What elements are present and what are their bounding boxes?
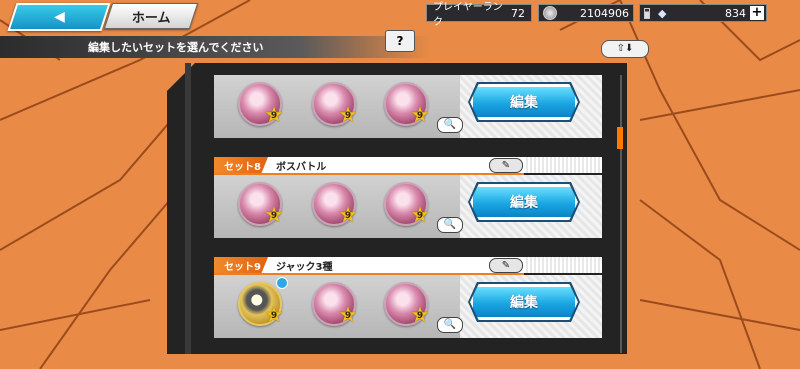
scrollbar-track[interactable] [620,75,622,353]
player-rank-display: プレイヤーランク 72 [426,2,532,28]
zoom-button[interactable]: 🔍 [437,217,463,233]
set-tag: セット9 [214,257,268,273]
set-tag: セット8 [214,157,268,173]
edit-button-label: 編集 [510,95,538,111]
magnifier-icon: 🔍 [443,219,457,230]
scrollbar-thumb[interactable] [617,127,623,149]
medal-level: 9 [270,111,278,121]
panel-frame [185,63,191,354]
add-gems-button[interactable]: + [750,6,764,20]
player-rank-label: プレイヤーランク [433,2,503,28]
rename-button[interactable]: ✎ [489,158,523,173]
medal-level: 9 [270,311,278,321]
medal-level: 9 [270,211,278,221]
set-name: ボスバトル [276,161,327,173]
zoom-button[interactable]: 🔍 [437,117,463,133]
medal-level: 9 [344,211,352,221]
help-button[interactable]: ? [385,30,415,52]
set-name: ジャック3種 [276,261,333,273]
set-header: セット9 ジャック3種 [214,257,524,275]
sort-button[interactable]: ⇧⬇ [601,40,649,58]
player-rank-value: 72 [511,6,525,20]
edit-button-label: 編集 [510,195,538,211]
coin-icon [543,6,557,20]
set-row[interactable]: セット8 ボスバトル ✎ ★ 9 ★ 9 ★ 9 🔍 編集 [214,157,602,243]
medal-level: 9 [416,311,424,321]
edit-button-label: 編集 [510,295,538,311]
zoom-button[interactable]: 🔍 [437,317,463,333]
set-header: セット8 ボスバトル [214,157,524,175]
magnifier-icon: 🔍 [443,119,457,130]
rename-button[interactable]: ✎ [489,258,523,273]
back-button[interactable]: ◀ [7,3,111,31]
pencil-icon: ✎ [501,160,511,171]
gem-value: 834 [725,6,746,20]
edit-button[interactable]: 編集 [470,284,578,320]
gem-counter: ◆ 834 + [639,4,767,22]
home-button-label: ホーム [131,10,171,26]
medal-level: 9 [416,111,424,121]
edit-button[interactable]: 編集 [470,184,578,220]
coin-counter: 2104906 [538,4,634,22]
gem-icon: ◆ [658,6,667,20]
stamina-icon [644,7,650,19]
home-button[interactable]: ホーム [103,3,199,29]
magnifier-icon: 🔍 [443,319,457,330]
pencil-icon: ✎ [501,260,511,271]
set-row[interactable]: セット9 ジャック3種 ✎ ★ 9 ★ 9 ★ 9 🔍 編集 [214,257,602,343]
medal-level: 9 [344,111,352,121]
edit-button[interactable]: 編集 [470,84,578,120]
coin-value: 2104906 [580,6,629,20]
medal-level: 9 [416,211,424,221]
badge-icon [276,277,288,289]
medal-level: 9 [344,311,352,321]
instruction-text: 編集したいセットを選んでください [88,41,264,54]
instruction-band: 編集したいセットを選んでください [0,36,430,58]
back-arrow-icon: ◀ [53,9,65,25]
